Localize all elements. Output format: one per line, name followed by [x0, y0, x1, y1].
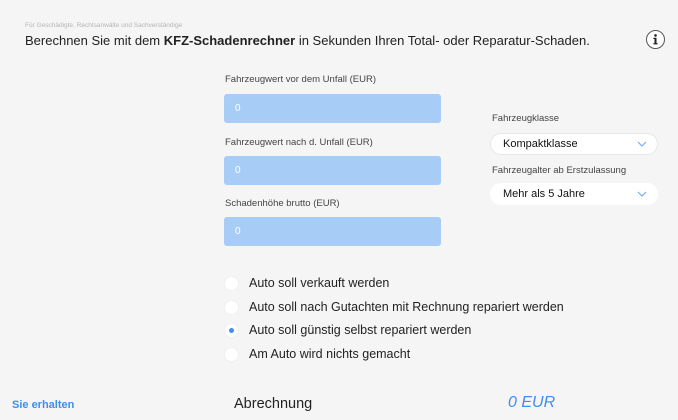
value-after-accident-label: Fahrzeugwert nach d. Unfall (EUR): [225, 137, 373, 148]
vehicle-age-value: Mehr als 5 Jahre: [503, 188, 585, 200]
vehicle-class-label: Fahrzeugklasse: [492, 113, 560, 124]
radio-button[interactable]: [225, 300, 238, 314]
value-before-accident-input[interactable]: [224, 94, 441, 123]
result-item-label: Abrechnung: [234, 396, 313, 412]
vehicle-class-select[interactable]: Kompaktklasse: [490, 133, 658, 155]
vehicle-class-value: Kompaktklasse: [503, 138, 578, 150]
radio-dot: [229, 327, 234, 333]
result-amount: 0 EUR: [508, 394, 556, 411]
option-sell-car[interactable]: Auto soll verkauft werden: [225, 276, 389, 290]
page-subtitle: Für Geschädigte, Rechtsanwälte und Sachv…: [25, 22, 183, 29]
option-label: Am Auto wird nichts gemacht: [249, 347, 411, 361]
option-self-repair[interactable]: Auto soll günstig selbst repariert werde…: [225, 323, 471, 337]
headline-suffix: in Sekunden Ihren Total- oder Reparatur-…: [295, 33, 590, 48]
headline-prefix: Berechnen Sie mit dem: [25, 33, 164, 48]
damage-amount-input[interactable]: [224, 217, 441, 246]
vehicle-age-label: Fahrzeugalter ab Erstzulassung: [492, 165, 627, 176]
page-headline: Berechnen Sie mit dem KFZ-Schadenrechner…: [25, 33, 590, 48]
chevron-down-icon: [637, 141, 647, 147]
vehicle-age-select[interactable]: Mehr als 5 Jahre: [490, 183, 658, 205]
option-label: Auto soll nach Gutachten mit Rechnung re…: [249, 300, 564, 314]
damage-amount-label: Schadenhöhe brutto (EUR): [225, 198, 340, 209]
option-repair-with-invoice[interactable]: Auto soll nach Gutachten mit Rechnung re…: [225, 300, 564, 314]
radio-button[interactable]: [225, 276, 238, 290]
chevron-down-icon: [637, 191, 647, 197]
option-label: Auto soll verkauft werden: [249, 276, 390, 290]
value-before-accident-label: Fahrzeugwert vor dem Unfall (EUR): [225, 74, 376, 85]
headline-product-name: KFZ-Schadenrechner: [163, 33, 296, 48]
option-nothing-done[interactable]: Am Auto wird nichts gemacht: [225, 347, 410, 361]
radio-button-selected[interactable]: [225, 323, 238, 337]
option-label: Auto soll günstig selbst repariert werde…: [249, 323, 472, 337]
info-icon: [653, 34, 658, 45]
value-after-accident-input[interactable]: [224, 156, 441, 185]
info-button[interactable]: [646, 30, 665, 49]
result-section-label: Sie erhalten: [12, 399, 75, 411]
radio-button[interactable]: [225, 347, 238, 361]
